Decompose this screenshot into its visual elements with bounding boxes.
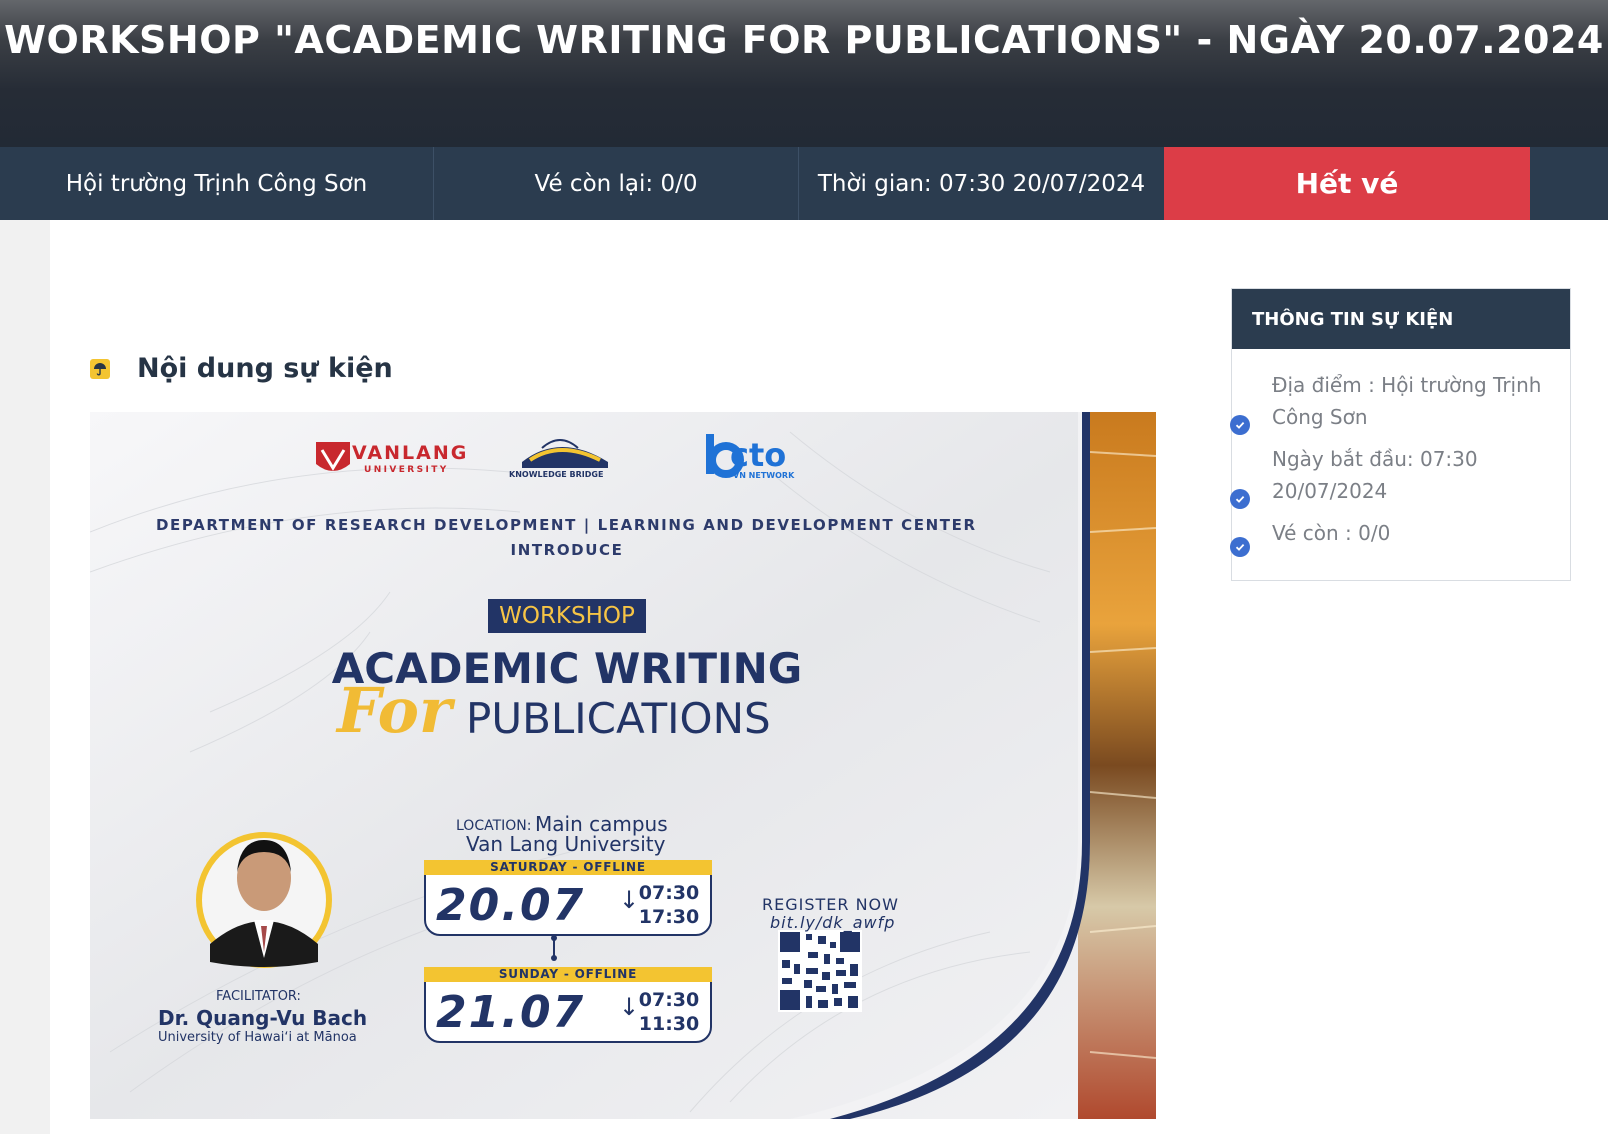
session-day: SUNDAY - OFFLINE	[424, 967, 712, 982]
sold-out-button[interactable]: Hết vé	[1164, 147, 1530, 220]
event-poster-image: VANLANG UNIVERSITY KNOWLEDGE BRIDGE cto …	[90, 412, 1156, 1119]
session-day: SATURDAY - OFFLINE	[424, 860, 712, 875]
poster-session-2: SUNDAY - OFFLINE 21.07 ↓ 07:30 11:30	[424, 967, 712, 1043]
poster-introduce: INTRODUCE	[510, 541, 624, 559]
facilitator-photo	[196, 832, 332, 968]
sidebar-item-label: Địa điểm : Hội trường Trịnh Công Sơn	[1272, 373, 1542, 429]
poster-title-line2: PUBLICATIONS	[466, 694, 771, 743]
event-time-label: Thời gian: 07:30 20/07/2024	[817, 170, 1146, 197]
vanlang-logo	[316, 442, 350, 471]
session-date: 21.07	[436, 987, 586, 1038]
session-start: 07:30	[638, 989, 700, 1011]
check-circle-icon	[1230, 489, 1250, 509]
page-title: WORKSHOP "ACADEMIC WRITING FOR PUBLICATI…	[4, 18, 1604, 62]
section-title: Nội dung sự kiện	[137, 353, 393, 384]
venue-label: Hội trường Trịnh Công Sơn	[0, 147, 434, 220]
vanlang-logo-subtext: UNIVERSITY	[364, 465, 449, 475]
poster-session-1: SATURDAY - OFFLINE 20.07 ↓ 07:30 17:30	[424, 860, 712, 936]
session-end: 17:30	[638, 906, 700, 928]
session-end: 11:30	[638, 1013, 700, 1035]
sidebar-title: THÔNG TIN SỰ KIỆN	[1232, 289, 1570, 349]
event-info-sidebar: THÔNG TIN SỰ KIỆN Địa điểm : Hội trường …	[1230, 288, 1571, 581]
poster-facilitator-university: University of Hawaiʻi at Mānoa	[158, 1030, 357, 1045]
poster-register-now: REGISTER NOW	[762, 895, 899, 914]
cto-logo-subtext: VN NETWORK	[733, 471, 795, 480]
sidebar-item-label: Ngày bắt đầu: 07:30 20/07/2024	[1272, 447, 1478, 503]
poster-title-line1: ACADEMIC WRITING	[331, 644, 803, 693]
umbrella-icon	[90, 358, 110, 379]
vanlang-logo-text: VANLANG	[352, 442, 469, 464]
event-banner: WORKSHOP "ACADEMIC WRITING FOR PUBLICATI…	[0, 0, 1608, 147]
poster-location-value-2: Van Lang University	[466, 832, 666, 856]
knowledge-bridge-logo-text: KNOWLEDGE BRIDGE	[509, 470, 604, 479]
poster-facilitator-label: FACILITATOR:	[216, 989, 301, 1004]
check-circle-icon	[1230, 415, 1250, 435]
qr-code	[778, 930, 862, 1012]
check-circle-icon	[1230, 537, 1250, 557]
sidebar-item-label: Vé còn : 0/0	[1272, 521, 1391, 545]
tickets-remaining-label: Vé còn lại: 0/0	[434, 147, 799, 220]
poster-register-link: bit.ly/dk_awfp	[770, 913, 896, 932]
poster-title-for: For	[337, 674, 452, 747]
poster-departments: DEPARTMENT OF RESEARCH DEVELOPMENT | LEA…	[156, 516, 977, 534]
section-heading: Nội dung sự kiện	[90, 353, 393, 384]
session-date: 20.07	[436, 880, 586, 931]
cto-logo-text: cto	[730, 436, 787, 474]
poster-workshop-badge: WORKSHOP	[488, 599, 646, 633]
poster-facilitator-name: Dr. Quang-Vu Bach	[158, 1006, 368, 1030]
session-start: 07:30	[638, 882, 700, 904]
